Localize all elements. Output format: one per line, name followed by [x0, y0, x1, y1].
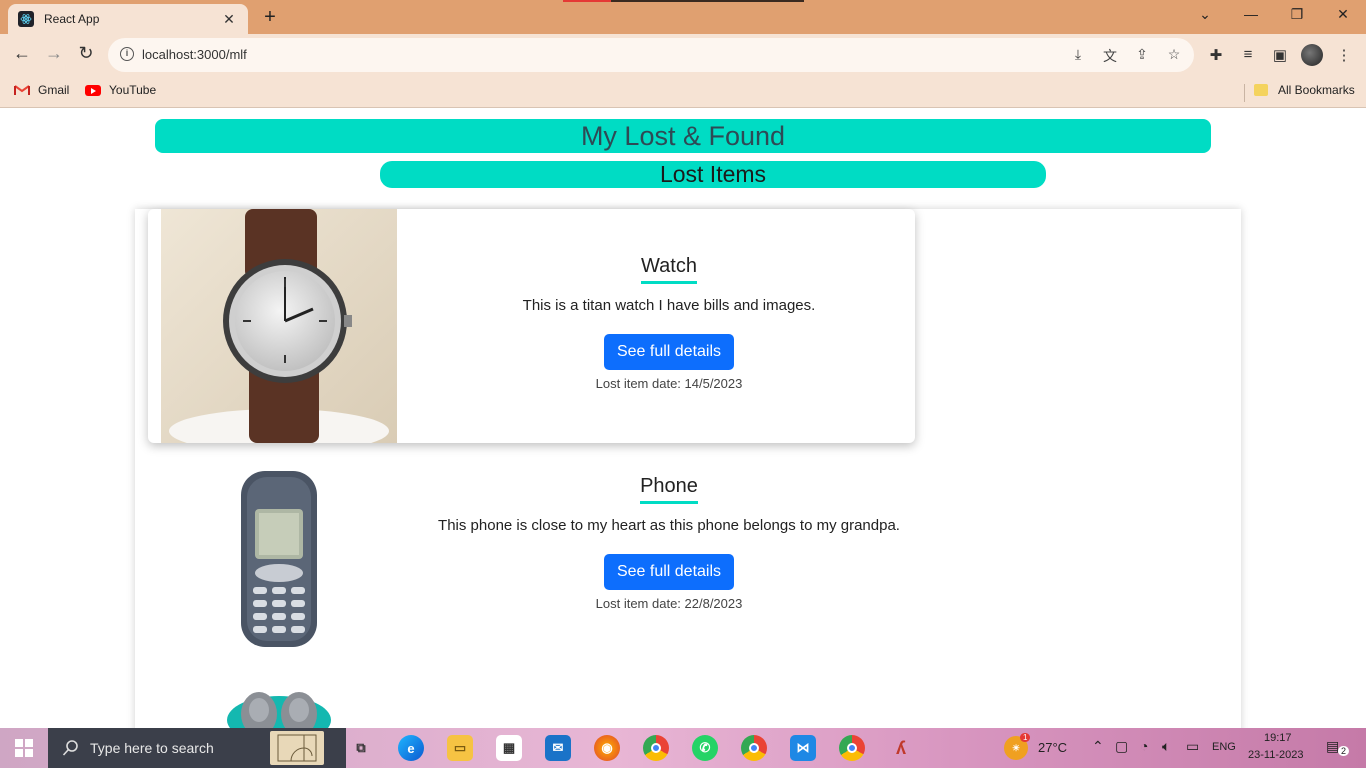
item-body: Phone This phone is close to my heart as…: [438, 475, 900, 611]
share-icon[interactable]: ⇪: [1132, 46, 1152, 63]
clock-time[interactable]: 19:17: [1264, 732, 1292, 744]
item-date: Lost item date: 14/5/2023: [595, 376, 743, 391]
page-title: My Lost & Found: [155, 119, 1211, 153]
tab-strip: React App ✕ + ⌄ — ❐ ✕: [0, 0, 1366, 34]
window-drag-indicator: [611, 0, 804, 2]
microsoft-store-icon[interactable]: ▦: [496, 735, 522, 761]
menu-icon[interactable]: ⋮: [1334, 46, 1354, 64]
see-full-details-button[interactable]: See full details: [603, 334, 735, 370]
chrome-profile-icon[interactable]: [741, 735, 767, 761]
forward-button[interactable]: →: [42, 43, 66, 64]
see-full-details-button[interactable]: See full details: [603, 554, 735, 590]
vscode-icon[interactable]: ⋈: [790, 735, 816, 761]
clock-date[interactable]: 23-11-2023: [1248, 749, 1303, 761]
search-placeholder: Type here to search: [90, 740, 214, 756]
bookmark-label: Gmail: [38, 83, 70, 97]
gmail-icon: [14, 84, 30, 96]
watch-image: [161, 209, 397, 443]
windows-taskbar: Type here to search ⧉ e ▭ ▦ ✉ ◉ ✆ ⋈ ʎ ☀ …: [0, 728, 1366, 768]
page-load-indicator: [563, 0, 611, 2]
item-card[interactable]: Watch This is a titan watch I have bills…: [148, 209, 915, 443]
battery-icon[interactable]: ▭: [1186, 738, 1199, 755]
weather-temp[interactable]: 27°C: [1038, 740, 1067, 755]
folder-icon: [1254, 84, 1268, 96]
bookmark-label: YouTube: [109, 83, 157, 97]
items-container: Watch This is a titan watch I have bills…: [135, 209, 1241, 728]
bookmarks-bar: Gmail YouTube All Bookmarks: [0, 76, 1366, 108]
reading-list-icon[interactable]: ≡: [1238, 46, 1258, 63]
site-info-icon[interactable]: i: [120, 47, 134, 61]
notification-count: 2: [1338, 746, 1350, 756]
browser-toolbar: ← → ↻ i localhost:3000/mlf ⤓ 文 ⇪ ☆ ✚ ≡ ▣…: [0, 34, 1366, 76]
close-window-button[interactable]: ✕: [1328, 6, 1358, 23]
weather-badge: 1: [1020, 733, 1031, 742]
restore-button[interactable]: ❐: [1282, 6, 1312, 23]
meet-now-icon[interactable]: ▢: [1115, 738, 1128, 755]
item-title: Watch: [641, 255, 697, 284]
item-description: This is a titan watch I have bills and i…: [522, 297, 816, 314]
bookmark-gmail[interactable]: Gmail: [14, 83, 69, 97]
profile-avatar[interactable]: [1301, 44, 1323, 66]
mail-icon[interactable]: ✉: [545, 735, 571, 761]
all-bookmarks-label: All Bookmarks: [1278, 83, 1355, 97]
search-highlight-icon[interactable]: [270, 731, 324, 765]
volume-icon[interactable]: 🔈︎: [1162, 738, 1170, 755]
start-button[interactable]: [0, 728, 48, 768]
reload-button[interactable]: ↻: [74, 43, 98, 64]
edge-icon[interactable]: e: [398, 735, 424, 761]
file-explorer-icon[interactable]: ▭: [447, 735, 473, 761]
pinned-app-icon[interactable]: ʎ: [888, 735, 914, 761]
new-tab-button[interactable]: +: [258, 6, 282, 29]
search-icon: [62, 740, 78, 756]
show-hidden-icons[interactable]: ⌃: [1092, 738, 1104, 755]
chrome-icon[interactable]: [643, 735, 669, 761]
minimize-button[interactable]: —: [1236, 6, 1266, 22]
chrome-alt-icon[interactable]: [839, 735, 865, 761]
wifi-icon[interactable]: ◔: [1140, 738, 1148, 754]
item-body: Watch This is a titan watch I have bills…: [438, 255, 900, 391]
item-description: This phone is close to my heart as this …: [438, 517, 900, 534]
earbuds-image: [161, 684, 397, 728]
task-view-icon[interactable]: ⧉: [348, 735, 374, 761]
item-card[interactable]: [148, 684, 915, 728]
back-button[interactable]: ←: [10, 43, 34, 64]
address-bar[interactable]: i localhost:3000/mlf ⤓ 文 ⇪ ☆: [108, 38, 1194, 72]
all-bookmarks-button[interactable]: All Bookmarks: [1254, 83, 1355, 97]
tab-title: React App: [44, 12, 100, 26]
react-icon: [18, 11, 34, 27]
translate-icon[interactable]: 文: [1100, 46, 1120, 66]
item-title: Phone: [640, 475, 698, 504]
bookmark-divider: [1244, 84, 1245, 102]
install-app-icon[interactable]: ⤓: [1068, 46, 1088, 63]
page-viewport: My Lost & Found Lost Items Watch This is…: [0, 109, 1366, 728]
bookmark-star-icon[interactable]: ☆: [1164, 46, 1184, 63]
tab-close-icon[interactable]: ✕: [220, 11, 238, 28]
windows-icon: [15, 739, 33, 757]
extensions-icon[interactable]: ✚: [1206, 46, 1226, 64]
youtube-icon: [85, 84, 101, 96]
side-panel-icon[interactable]: ▣: [1270, 46, 1290, 64]
phone-image: [161, 469, 397, 649]
item-date: Lost item date: 22/8/2023: [595, 596, 743, 611]
item-card[interactable]: Phone This phone is close to my heart as…: [148, 464, 915, 659]
tab-search-icon[interactable]: ⌄: [1190, 6, 1220, 23]
whatsapp-icon[interactable]: ✆: [692, 735, 718, 761]
browser-tab[interactable]: React App ✕: [8, 4, 248, 34]
firefox-icon[interactable]: ◉: [594, 735, 620, 761]
bookmark-youtube[interactable]: YouTube: [85, 83, 156, 97]
language-indicator[interactable]: ENG: [1212, 741, 1236, 753]
section-title: Lost Items: [380, 161, 1046, 188]
url-text: localhost:3000/mlf: [142, 47, 247, 62]
